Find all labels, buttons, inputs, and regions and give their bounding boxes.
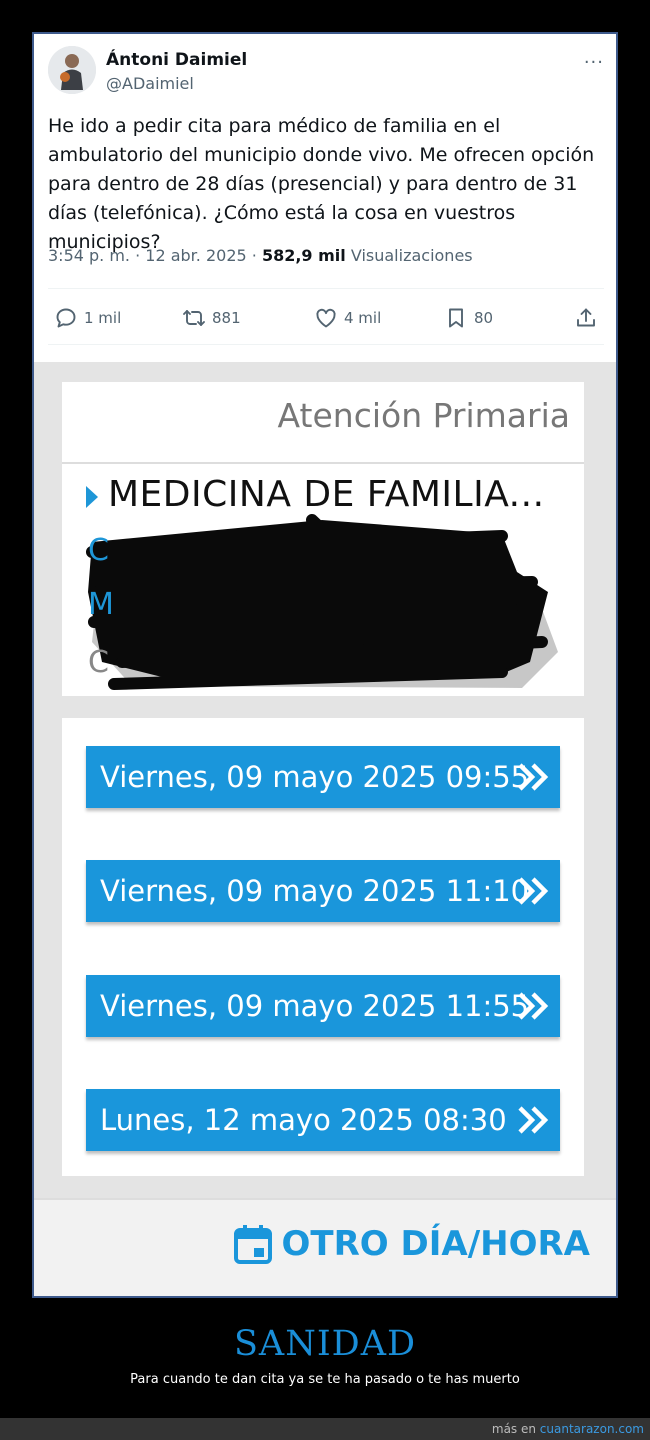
caption-title: SANIDAD [233, 1324, 417, 1364]
tweet-actions: 1 mil 881 4 mil 80 [48, 302, 604, 334]
divider [62, 462, 584, 464]
section-title: Atención Primaria [277, 396, 570, 435]
avatar[interactable] [48, 46, 96, 94]
tweet-meta: 3:54 p. m. · 12 abr. 2025 · 582,9 mil Vi… [48, 246, 473, 265]
header-card: Atención Primaria MEDICINA DE FAMILIA...… [62, 382, 584, 696]
slot-label: Viernes, 09 mayo 2025 11:10 [100, 874, 530, 908]
divider [48, 288, 604, 289]
site-link[interactable]: cuantarazon.com [540, 1422, 644, 1436]
tweet-timestamp[interactable]: 3:54 p. m. · 12 abr. 2025 · [48, 246, 262, 265]
reply-count: 1 mil [84, 309, 122, 327]
meme-frame: Ántoni Daimiel @ADaimiel ··· He ido a pe… [32, 32, 618, 1298]
share-icon [577, 308, 595, 327]
heart-icon [316, 308, 336, 328]
slot-label: Viernes, 09 mayo 2025 11:55 [100, 989, 530, 1023]
views-count: 582,9 mil [261, 246, 346, 265]
other-date-button[interactable]: OTRO DÍA/HORA [233, 1224, 590, 1264]
slot-label: Viernes, 09 mayo 2025 09:55 [100, 760, 530, 794]
svg-text:M: M [88, 587, 114, 622]
footer-prefix: más en [491, 1422, 540, 1436]
other-date-bar: OTRO DÍA/HORA [34, 1198, 616, 1296]
bookmark-icon [449, 308, 463, 328]
embedded-screenshot: Atención Primaria MEDICINA DE FAMILIA...… [34, 362, 616, 1296]
appointment-slots: Viernes, 09 mayo 2025 09:55 Viernes, 09 … [62, 718, 584, 1176]
more-options-icon[interactable]: ··· [584, 52, 604, 73]
tweet-header: Ántoni Daimiel @ADaimiel ··· [48, 46, 604, 106]
svg-text:C: C [88, 645, 109, 680]
repost-count: 881 [212, 309, 241, 327]
slot-label: Lunes, 12 mayo 2025 08:30 [100, 1103, 507, 1137]
appointment-slot-button[interactable]: Lunes, 12 mayo 2025 08:30 [86, 1089, 560, 1151]
footer-bar: más en cuantarazon.com [0, 1418, 650, 1440]
divider [48, 344, 604, 345]
like-count: 4 mil [344, 309, 382, 327]
redaction-scribble: C M C [86, 514, 558, 690]
appointment-slot-button[interactable]: Viernes, 09 mayo 2025 09:55 [86, 746, 560, 808]
tweet-text: He ido a pedir cita para médico de famil… [48, 115, 595, 253]
repost-button[interactable]: 881 [182, 302, 241, 334]
other-date-label: OTRO DÍA/HORA [281, 1224, 590, 1264]
appointment-slot-button[interactable]: Viernes, 09 mayo 2025 11:55 [86, 975, 560, 1037]
reply-icon [56, 308, 76, 328]
double-chevron-right-icon [516, 990, 550, 1022]
double-chevron-right-icon [516, 875, 550, 907]
caption-subtitle: Para cuando te dan cita ya se te ha pasa… [130, 1372, 520, 1387]
like-button[interactable]: 4 mil [314, 302, 381, 334]
service-name[interactable]: MEDICINA DE FAMILIA... [108, 474, 545, 515]
double-chevron-right-icon [516, 1104, 550, 1136]
share-button[interactable] [574, 302, 598, 334]
footer-text: más en cuantarazon.com [492, 1422, 644, 1436]
author-name[interactable]: Ántoni Daimiel [106, 50, 247, 70]
appointment-slot-button[interactable]: Viernes, 09 mayo 2025 11:10 [86, 860, 560, 922]
double-chevron-right-icon [516, 761, 550, 793]
bookmark-count: 80 [474, 309, 494, 327]
calendar-icon [233, 1224, 272, 1264]
expand-arrow-icon[interactable] [86, 486, 98, 508]
svg-text:C: C [88, 533, 109, 568]
views-label: Visualizaciones [345, 246, 473, 265]
author-handle[interactable]: @ADaimiel [106, 74, 194, 93]
repost-icon [183, 310, 205, 326]
bookmark-button[interactable]: 80 [444, 302, 493, 334]
reply-button[interactable]: 1 mil [54, 302, 121, 334]
